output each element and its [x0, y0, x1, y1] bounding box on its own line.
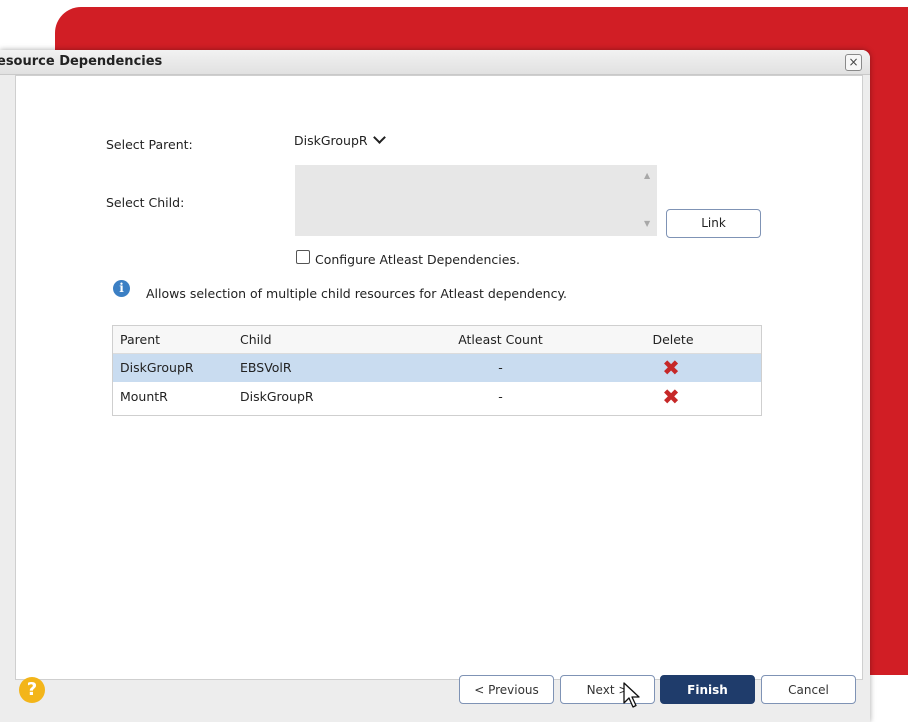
dependencies-table: Parent Child Atleast Count Delete DiskGr… [112, 325, 762, 416]
select-parent-value: DiskGroupR [294, 133, 368, 148]
finish-button[interactable]: Finish [660, 675, 755, 704]
row-parent: DiskGroupR [120, 360, 194, 375]
row-atleast-count: - [498, 360, 503, 375]
scroll-down-icon[interactable]: ▼ [644, 219, 650, 228]
select-parent-label: Select Parent: [106, 137, 193, 152]
delete-icon[interactable]: ✖ [660, 387, 682, 408]
help-icon[interactable]: ? [19, 677, 45, 703]
select-child-listbox[interactable] [295, 165, 657, 236]
select-child-label: Select Child: [106, 195, 185, 210]
configure-atleast-label[interactable]: Configure Atleast Dependencies. [315, 252, 520, 267]
previous-button[interactable]: < Previous [459, 675, 554, 704]
resource-dependencies-dialog: esource Dependencies × Select Parent: Di… [0, 50, 870, 722]
dialog-body: Select Parent: DiskGroupR Select Child: … [15, 75, 863, 680]
header-parent: Parent [120, 332, 161, 347]
info-icon: i [113, 280, 130, 297]
row-child: EBSVolR [240, 360, 292, 375]
info-message: Allows selection of multiple child resou… [146, 286, 568, 301]
close-button[interactable]: × [845, 54, 862, 71]
table-row[interactable]: MountR DiskGroupR - ✖ [113, 383, 761, 411]
dialog-titlebar: esource Dependencies × [0, 50, 870, 75]
cancel-button[interactable]: Cancel [761, 675, 856, 704]
table-row[interactable]: DiskGroupR EBSVolR - ✖ [113, 354, 761, 382]
link-button[interactable]: Link [666, 209, 761, 238]
scroll-up-icon[interactable]: ▲ [644, 171, 650, 180]
mouse-cursor-icon [623, 682, 640, 708]
dialog-title: esource Dependencies [0, 54, 163, 69]
row-child: DiskGroupR [240, 389, 314, 404]
row-atleast-count: - [498, 389, 503, 404]
header-child: Child [240, 332, 272, 347]
delete-icon[interactable]: ✖ [660, 358, 682, 379]
configure-atleast-checkbox[interactable] [296, 250, 310, 264]
select-parent-dropdown[interactable]: DiskGroupR [294, 131, 386, 155]
header-delete: Delete [652, 332, 694, 347]
close-icon: × [848, 55, 859, 69]
header-atleast-count: Atleast Count [458, 332, 543, 347]
chevron-down-icon [372, 131, 386, 144]
table-header: Parent Child Atleast Count Delete [113, 326, 761, 354]
row-parent: MountR [120, 389, 168, 404]
